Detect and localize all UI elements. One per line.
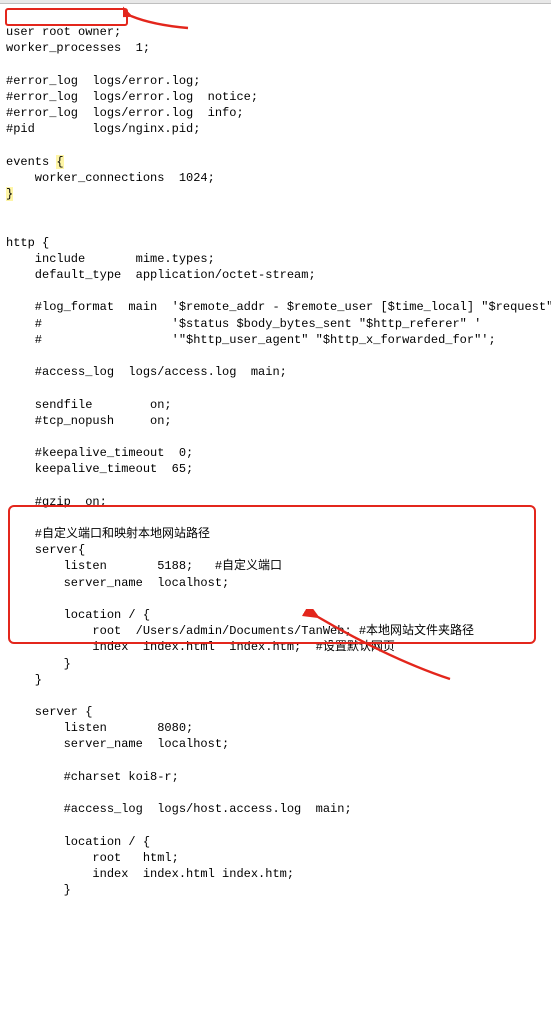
code-line: location / { — [6, 608, 150, 622]
code-line: server{ — [6, 543, 85, 557]
code-line: worker_processes 1; — [6, 41, 150, 55]
code-line: #log_format main '$remote_addr - $remote… — [6, 300, 551, 314]
code-line: root /Users/admin/Documents/TanWeb; #本地网… — [6, 624, 474, 638]
code-block: user root owner; worker_processes 1; #er… — [6, 24, 545, 898]
code-line: } — [6, 883, 71, 897]
brace-highlight: { — [56, 155, 63, 169]
code-line: events { — [6, 155, 64, 169]
code-line: } — [6, 187, 13, 201]
code-line: index index.html index.htm; #设置默认网页 — [6, 640, 395, 654]
code-line: } — [6, 673, 42, 687]
code-line: #gzip on; — [6, 495, 107, 509]
code-line: # '$status $body_bytes_sent "$http_refer… — [6, 317, 481, 331]
brace-highlight: } — [6, 187, 13, 201]
code-line: #pid logs/nginx.pid; — [6, 122, 200, 136]
code-line: } — [6, 657, 71, 671]
code-line: sendfile on; — [6, 398, 172, 412]
code-line: #keepalive_timeout 0; — [6, 446, 193, 460]
code-line: #error_log logs/error.log info; — [6, 106, 244, 120]
code-editor[interactable]: user root owner; worker_processes 1; #er… — [0, 4, 551, 1036]
code-line: #自定义端口和映射本地网站路径 — [6, 527, 210, 541]
code-line: server { — [6, 705, 92, 719]
code-line: #error_log logs/error.log notice; — [6, 90, 258, 104]
code-line: http { — [6, 236, 49, 250]
code-line: server_name localhost; — [6, 576, 229, 590]
code-line: listen 8080; — [6, 721, 193, 735]
code-line: root html; — [6, 851, 179, 865]
code-line: worker_connections 1024; — [6, 171, 215, 185]
code-line: listen 5188; #自定义端口 — [6, 559, 282, 573]
code-line: user root owner; — [6, 25, 121, 39]
code-line: index index.html index.htm; — [6, 867, 294, 881]
code-line: # '"$http_user_agent" "$http_x_forwarded… — [6, 333, 496, 347]
code-line: #error_log logs/error.log; — [6, 74, 200, 88]
code-line: default_type application/octet-stream; — [6, 268, 316, 282]
code-line: #charset koi8-r; — [6, 770, 179, 784]
code-line: #access_log logs/host.access.log main; — [6, 802, 352, 816]
code-line: #tcp_nopush on; — [6, 414, 172, 428]
code-line: location / { — [6, 835, 150, 849]
code-line: include mime.types; — [6, 252, 215, 266]
code-line: #access_log logs/access.log main; — [6, 365, 287, 379]
code-line: server_name localhost; — [6, 737, 229, 751]
code-line: keepalive_timeout 65; — [6, 462, 193, 476]
